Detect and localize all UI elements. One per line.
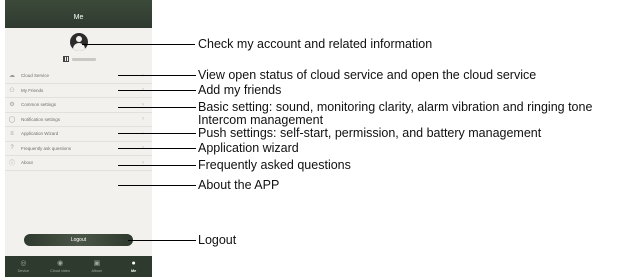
info-icon: ⓘ: [8, 161, 15, 168]
callout-friends: Add my friends: [198, 83, 282, 97]
tab-device[interactable]: ◎ Device: [5, 256, 42, 277]
callout-push: Push settings: self-start, permission, a…: [198, 126, 542, 140]
menu-item-label: Notification settings: [21, 116, 61, 122]
account-id-row[interactable]: [63, 56, 96, 62]
tab-label: Me: [130, 269, 137, 273]
menu-item-common-settings[interactable]: ⚙ Common settings ›: [5, 98, 152, 113]
menu-item-application-wizard[interactable]: ≡ Application Wizard ›: [5, 127, 152, 142]
menu-item-label: Cloud Service: [21, 73, 50, 79]
logout-button[interactable]: Logout: [24, 234, 133, 246]
account-id-placeholder: [72, 57, 96, 61]
menu-item-label: Common settings: [21, 102, 57, 108]
tab-label: Device: [17, 269, 30, 273]
menu-item-label: About: [21, 160, 33, 166]
menu-item-cloud-service[interactable]: ☁ Cloud Service ›: [5, 69, 152, 84]
page-title: Me: [73, 13, 84, 21]
person-icon: ⚇: [9, 87, 15, 94]
qr-code-icon[interactable]: [63, 56, 69, 62]
menu-item-label: Frequently ask questions: [21, 145, 72, 151]
callout-line-wizard: [118, 148, 196, 149]
question-icon: ?: [10, 145, 14, 152]
tab-album[interactable]: ▣ Album: [79, 256, 116, 277]
callout-logout: Logout: [198, 233, 237, 247]
callout-line-account: [82, 44, 195, 45]
phone-screen: Me ☁ Cloud Service › ⚇ My Friends › ⚙ Co…: [5, 0, 152, 277]
callout-line-faq: [118, 165, 196, 166]
tab-me[interactable]: ● Me: [115, 256, 152, 277]
callout-account: Check my account and related information: [198, 37, 433, 51]
camera-icon: ◎: [20, 260, 27, 267]
cloud-video-icon: ◉: [57, 260, 64, 267]
callout-line-basic: [118, 107, 196, 108]
bottom-tab-bar: ◎ Device ◉ Cloud video ▣ Album ● Me: [5, 256, 152, 277]
gear-icon: ⚙: [9, 102, 15, 109]
menu-item-label: My Friends: [21, 87, 44, 93]
callout-line-cloud: [118, 75, 196, 76]
menu-item-label: Application Wizard: [21, 131, 59, 137]
callout-line-logout: [128, 240, 196, 241]
tab-label: Cloud video: [50, 269, 71, 273]
callout-wizard: Application wizard: [198, 141, 299, 155]
chevron-right-icon: ›: [142, 116, 144, 123]
settings-menu: ☁ Cloud Service › ⚇ My Friends › ⚙ Commo…: [5, 69, 152, 171]
me-icon: ●: [131, 260, 136, 267]
menu-item-notification-settings[interactable]: ◯ Notification settings ›: [5, 113, 152, 127]
avatar-head: [76, 36, 82, 42]
tab-cloud-video[interactable]: ◉ Cloud video: [42, 256, 79, 277]
callout-line-push: [118, 133, 196, 134]
album-icon: ▣: [93, 260, 101, 267]
bell-icon: ◯: [8, 116, 16, 123]
callout-about: About the APP: [198, 178, 280, 192]
cloud-icon: ☁: [9, 73, 15, 80]
callout-line-friends: [118, 90, 196, 91]
menu-item-about[interactable]: ⓘ About ›: [5, 156, 152, 171]
callout-faq: Frequently asked questions: [198, 158, 351, 172]
callout-cloud: View open status of cloud service and op…: [198, 68, 537, 82]
list-icon: ≡: [10, 130, 14, 137]
header-bar: Me: [5, 0, 152, 28]
callout-line-about: [118, 185, 196, 186]
tab-label: Album: [91, 269, 103, 273]
avatar[interactable]: [70, 33, 88, 51]
